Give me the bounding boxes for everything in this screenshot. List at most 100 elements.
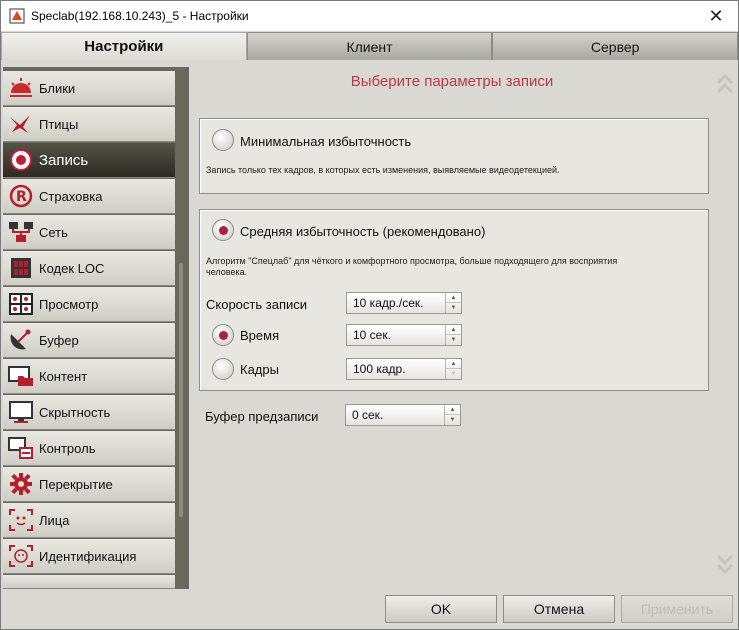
sidebar-item-label: Перекрытие [39,476,113,492]
window-title: Speclab(192.168.10.243)_5 - Настройки [31,9,249,23]
sidebar-item-label: Запись [39,151,89,169]
sidebar-item-glare[interactable]: Блики [3,71,175,106]
sidebar-item-label: Буфер [39,332,79,348]
sidebar-item-label: Лица [39,512,70,528]
face-icon [7,506,35,534]
sidebar-item-label: Скрытность [39,404,111,420]
close-icon[interactable]: ✕ [708,6,723,27]
medium-redundancy-radio[interactable] [212,219,234,241]
increment-icon[interactable]: ▲ [446,325,461,335]
main-panel: Выберите параметры записи Минимальная из… [191,67,737,592]
sunset-icon [7,74,35,102]
title-bar: Speclab(192.168.10.243)_5 - Настройки ✕ [1,1,738,31]
scroll-up-icon[interactable] [715,69,735,99]
sidebar-item-view[interactable]: Просмотр [3,287,175,322]
spinner-buttons: ▲ ▼ [445,325,461,345]
network-icon [7,218,35,246]
prebuffer-spinner[interactable]: 0 сек. ▲ ▼ [345,404,461,426]
frames-radio[interactable] [212,358,234,380]
increment-icon[interactable]: ▲ [445,405,460,415]
tab-settings[interactable]: Настройки [1,32,247,60]
sidebar-item-network[interactable]: Сеть [3,215,175,250]
close-button[interactable]: ✕ [694,1,738,31]
spinner-buttons: ▲ ▼ [445,293,461,313]
decrement-icon[interactable]: ▼ [446,303,461,313]
gear-icon [7,470,35,498]
sidebar-item-partial [3,575,175,589]
folder-monitor-icon [7,362,35,390]
tab-bar: Настройки Клиент Сервер [1,32,739,60]
face-id-icon [7,542,35,570]
medium-redundancy-label[interactable]: Средняя избыточность (рекомендовано) [240,224,485,239]
record-speed-label: Скорость записи [206,297,308,312]
app-icon [9,8,25,24]
time-value[interactable]: 10 сек. [353,328,391,342]
monitor-icon [7,398,35,426]
apply-button[interactable]: Применить [621,595,733,623]
sidebar-item-buffer[interactable]: Буфер [3,323,175,358]
sidebar-item-label: Блики [39,80,76,96]
prebuffer-label: Буфер предзаписи [205,409,319,424]
sidebar: Блики Птицы Запись R Страховка Сеть Коде… [3,67,189,589]
settings-window: Speclab(192.168.10.243)_5 - Настройки ✕ … [0,0,739,630]
increment-icon[interactable]: ▲ [446,293,461,303]
time-spinner[interactable]: 10 сек. ▲ ▼ [346,324,462,346]
sidebar-item-stealth[interactable]: Скрытность [3,395,175,430]
sidebar-item-label: Контент [39,368,88,384]
sidebar-scrollbar[interactable] [179,263,183,517]
time-label[interactable]: Время [240,328,279,343]
sidebar-item-overlap[interactable]: Перекрытие [3,467,175,502]
grid-view-icon [7,290,35,318]
sidebar-item-label: Просмотр [39,296,99,312]
decrement-icon[interactable]: ▼ [446,369,461,379]
svg-text:R: R [16,189,27,205]
frames-spinner[interactable]: 100 кадр. ▲ ▼ [346,358,462,380]
registered-icon: R [7,182,35,210]
sidebar-item-control[interactable]: Контроль [3,431,175,466]
sidebar-item-label: Контроль [39,440,96,456]
record-icon [7,146,35,174]
sidebar-item-birds[interactable]: Птицы [3,107,175,142]
scroll-down-icon[interactable] [715,549,735,579]
decrement-icon[interactable]: ▼ [445,415,460,425]
satellite-dish-icon [7,326,35,354]
frames-value[interactable]: 100 кадр. [353,362,406,376]
cancel-button[interactable]: Отмена [503,595,615,623]
prebuffer-value[interactable]: 0 сек. [352,408,383,422]
decrement-icon[interactable]: ▼ [446,335,461,345]
sidebar-item-faces[interactable]: Лица [3,503,175,538]
record-speed-value[interactable]: 10 кадр./сек. [353,296,423,310]
description-line: Алгоритм "Спецлаб" для чёткого и комфорт… [206,256,618,266]
minimal-redundancy-group: Минимальная избыточность Запись только т… [199,118,709,194]
sidebar-item-codec[interactable]: Кодек LOC [3,251,175,286]
page-title: Выберите параметры записи [350,73,554,90]
bird-icon [7,110,35,138]
monitor-control-icon [7,434,35,462]
medium-redundancy-description: Алгоритм "Спецлаб" для чёткого и комфорт… [206,256,617,278]
tab-server[interactable]: Сервер [492,32,739,60]
spinner-buttons: ▲ ▼ [444,405,460,425]
time-radio[interactable] [212,324,234,346]
increment-icon[interactable]: ▲ [446,359,461,369]
medium-redundancy-group: Средняя избыточность (рекомендовано) Алг… [199,209,709,391]
sidebar-item-label: Идентификация [39,548,137,564]
sidebar-item-label: Птицы [39,116,79,132]
sidebar-item-insurance[interactable]: R Страховка [3,179,175,214]
sidebar-item-recording[interactable]: Запись [3,143,175,178]
sidebar-item-label: Сеть [39,224,68,240]
film-icon [7,254,35,282]
minimal-redundancy-label[interactable]: Минимальная избыточность [240,134,411,149]
frames-label[interactable]: Кадры [240,362,279,377]
description-line: человека. [206,267,248,277]
sidebar-item-content[interactable]: Контент [3,359,175,394]
ok-button[interactable]: OK [385,595,497,623]
footer: OK Отмена Применить [191,591,737,629]
sidebar-item-label: Страховка [39,188,103,204]
minimal-redundancy-description: Запись только тех кадров, в которых есть… [206,165,560,175]
minimal-redundancy-radio[interactable] [212,129,234,151]
record-speed-spinner[interactable]: 10 кадр./сек. ▲ ▼ [346,292,462,314]
sidebar-item-identification[interactable]: Идентификация [3,539,175,574]
tab-client[interactable]: Клиент [246,32,493,60]
sidebar-item-label: Кодек LOC [39,260,105,276]
spinner-buttons: ▲ ▼ [445,359,461,379]
